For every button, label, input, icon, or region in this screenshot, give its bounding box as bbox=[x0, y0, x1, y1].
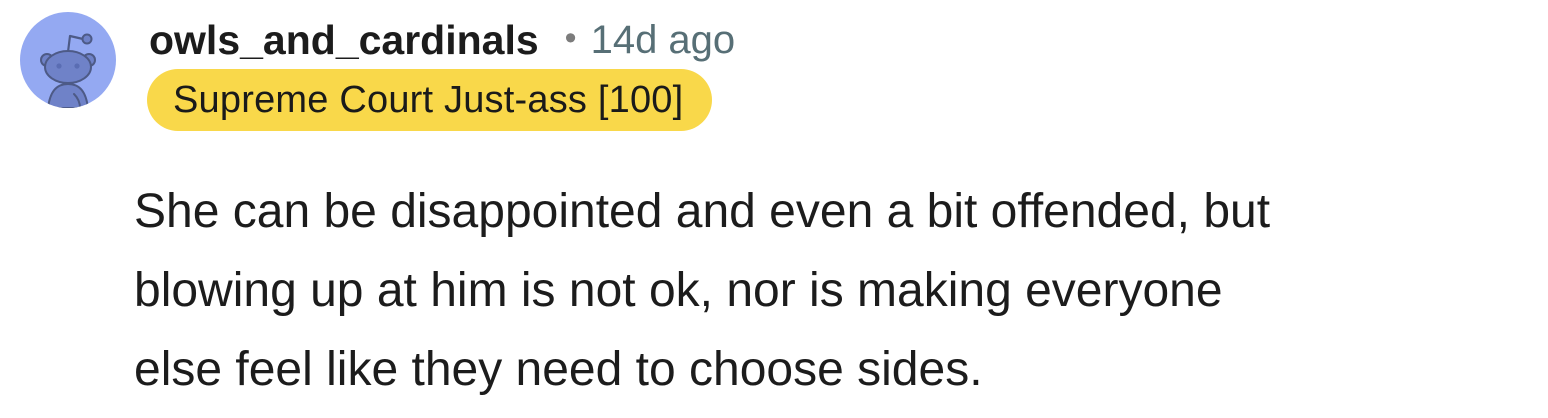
comment-timestamp[interactable]: 14d ago bbox=[591, 18, 736, 63]
user-flair-text: Supreme Court Just-ass [100] bbox=[173, 78, 684, 121]
meta-separator: • bbox=[564, 18, 577, 57]
comment-body: She can be disappointed and even a bit o… bbox=[134, 172, 1534, 409]
snoo-avatar-icon bbox=[40, 33, 96, 108]
user-flair-badge[interactable]: Supreme Court Just-ass [100] bbox=[147, 69, 713, 131]
user-avatar[interactable] bbox=[20, 12, 116, 108]
comment: owls_and_cardinals • 14d ago Supreme Cou… bbox=[0, 0, 1548, 418]
comment-header: owls_and_cardinals • 14d ago bbox=[149, 12, 735, 68]
author-username[interactable]: owls_and_cardinals bbox=[149, 17, 539, 64]
comment-body-line: else feel like they need to choose sides… bbox=[134, 343, 983, 396]
comment-body-line: blowing up at him is not ok, nor is maki… bbox=[134, 264, 1223, 317]
comment-body-line: She can be disappointed and even a bit o… bbox=[134, 185, 1271, 238]
